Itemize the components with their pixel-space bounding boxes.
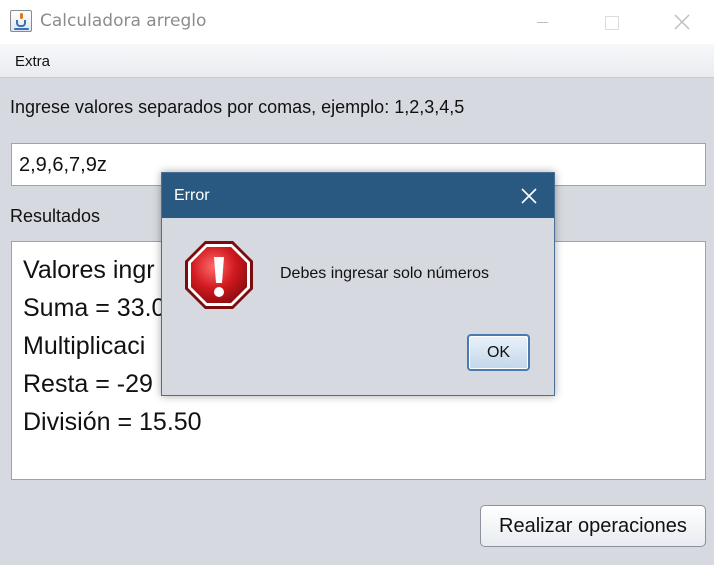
close-icon bbox=[674, 14, 690, 30]
close-icon bbox=[521, 188, 537, 204]
menu-bar: Extra bbox=[0, 44, 714, 78]
close-window-button[interactable] bbox=[659, 6, 705, 38]
menu-extra[interactable]: Extra bbox=[15, 53, 50, 70]
instruction-label: Ingrese valores separados por comas, eje… bbox=[10, 97, 465, 117]
results-label: Resultados bbox=[10, 206, 101, 226]
error-dialog: Error Debes ingresar solo números OK bbox=[161, 172, 555, 396]
minimize-button[interactable] bbox=[520, 6, 566, 38]
result-line: Valores ingr bbox=[23, 256, 155, 284]
result-line: Resta = -29 bbox=[23, 370, 153, 398]
main-window: Calculadora arreglo Extra Ingrese valore… bbox=[0, 0, 714, 565]
java-cup-icon bbox=[10, 10, 32, 32]
values-input-text: 2,9,6,7,9z bbox=[19, 154, 107, 176]
maximize-button[interactable] bbox=[588, 6, 634, 38]
result-line: Multiplicaci bbox=[23, 332, 146, 360]
dialog-title: Error bbox=[174, 187, 210, 204]
dialog-title-bar[interactable]: Error bbox=[162, 173, 554, 218]
window-title: Calculadora arreglo bbox=[40, 11, 207, 31]
realizar-operaciones-button[interactable]: Realizar operaciones bbox=[480, 505, 706, 547]
error-icon bbox=[185, 241, 253, 309]
ok-button[interactable]: OK bbox=[467, 334, 530, 371]
dialog-close-button[interactable] bbox=[520, 187, 538, 205]
dialog-message: Debes ingresar solo números bbox=[280, 265, 489, 282]
title-bar[interactable]: Calculadora arreglo bbox=[0, 0, 714, 44]
result-line: División = 15.50 bbox=[23, 408, 202, 436]
result-line: Suma = 33.0 bbox=[23, 294, 166, 322]
